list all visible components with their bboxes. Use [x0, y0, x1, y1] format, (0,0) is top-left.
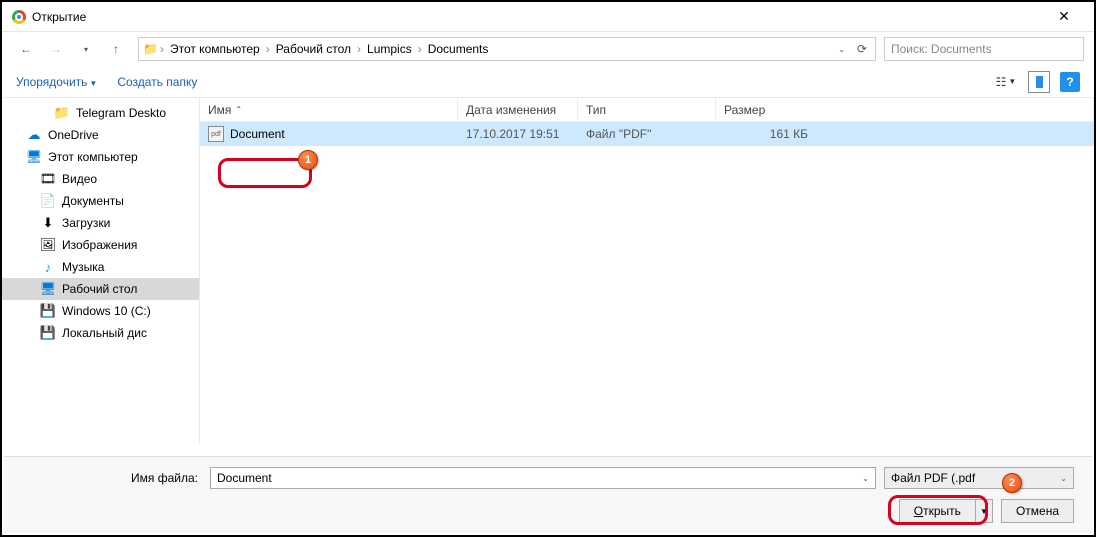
file-type-filter[interactable]: Файл PDF (.pdf ⌄ [884, 467, 1074, 489]
column-size[interactable]: Размер [716, 98, 1094, 121]
list-header: Имя⌃ Дата изменения Тип Размер [200, 98, 1094, 122]
list-item[interactable]: pdf Document 17.10.2017 19:51 Файл "PDF"… [200, 122, 1094, 146]
column-name[interactable]: Имя⌃ [200, 98, 458, 121]
organize-menu[interactable]: Упорядочить▼ [16, 75, 97, 89]
tree-label: Рабочий стол [62, 282, 137, 296]
tree-item[interactable]: ☁ OneDrive [2, 124, 199, 146]
window-title: Открытие [32, 10, 1044, 24]
tree-icon: ☁ [26, 127, 42, 143]
breadcrumb[interactable]: Рабочий стол [272, 42, 355, 56]
tree-icon: 💾 [40, 325, 56, 341]
search-input[interactable]: Поиск: Documents [884, 37, 1084, 61]
chevron-right-icon[interactable]: › [264, 42, 272, 56]
tree-item[interactable]: 🖥 Рабочий стол [2, 278, 199, 300]
tree-label: Загрузки [62, 216, 110, 230]
tree-item[interactable]: 🎞 Видео [2, 168, 199, 190]
file-list: Имя⌃ Дата изменения Тип Размер pdf Docum… [200, 98, 1094, 443]
up-button[interactable]: ↑ [102, 37, 130, 61]
tree-label: Локальный дис [62, 326, 147, 340]
forward-button[interactable]: → [42, 37, 70, 61]
tree-icon: 📄 [40, 193, 56, 209]
tree-item[interactable]: 📁 Telegram Deskto [2, 102, 199, 124]
annotation-badge-2: 2 [1002, 473, 1022, 493]
pdf-icon: pdf [208, 126, 224, 142]
cancel-button[interactable]: Отмена [1001, 499, 1074, 523]
folder-icon: 📁 [143, 42, 158, 56]
tree-item[interactable]: 💾 Локальный дис [2, 322, 199, 344]
tree-item[interactable]: 🖥 Этот компьютер [2, 146, 199, 168]
help-button[interactable]: ? [1060, 72, 1080, 92]
tree-label: Изображения [62, 238, 137, 252]
tree-icon: 💾 [40, 303, 56, 319]
back-button[interactable]: ← [12, 37, 40, 61]
tree-icon: 🖼 [40, 237, 56, 253]
tree-icon: ♪ [40, 259, 56, 275]
chevron-right-icon[interactable]: › [158, 42, 166, 56]
breadcrumb[interactable]: Этот компьютер [166, 42, 264, 56]
tree-item[interactable]: 📄 Документы [2, 190, 199, 212]
filename-dropdown[interactable]: ⌄ [862, 474, 869, 483]
preview-pane-toggle[interactable] [1028, 71, 1050, 93]
file-size: 161 КБ [716, 127, 816, 141]
open-button[interactable]: Открыть ▼ [899, 499, 993, 523]
chrome-icon [12, 10, 26, 24]
address-dropdown[interactable]: ⌄ [834, 45, 849, 54]
tree-label: Telegram Deskto [76, 106, 166, 120]
close-button[interactable]: ✕ [1044, 2, 1084, 31]
column-type[interactable]: Тип [578, 98, 716, 121]
toolbar: Упорядочить▼ Создать папку ☷▼ ? [2, 66, 1094, 98]
tree-icon: ⬇ [40, 215, 56, 231]
column-date[interactable]: Дата изменения [458, 98, 578, 121]
chevron-right-icon[interactable]: › [355, 42, 363, 56]
tree-icon: 🖥 [40, 281, 56, 297]
tree-icon: 📁 [54, 105, 70, 121]
titlebar: Открытие ✕ [2, 2, 1094, 32]
view-options[interactable]: ☷▼ [994, 71, 1018, 93]
tree-label: OneDrive [48, 128, 99, 142]
chevron-right-icon[interactable]: › [416, 42, 424, 56]
file-name: Document [230, 127, 285, 141]
breadcrumb[interactable]: Lumpics [363, 42, 416, 56]
tree-label: Этот компьютер [48, 150, 138, 164]
file-date: 17.10.2017 19:51 [458, 127, 578, 141]
annotation-badge-1: 1 [298, 150, 318, 170]
tree-label: Музыка [62, 260, 104, 274]
tree-label: Windows 10 (C:) [62, 304, 151, 318]
filter-dropdown[interactable]: ⌄ [1060, 474, 1067, 483]
tree-label: Документы [62, 194, 124, 208]
open-dropdown[interactable]: ▼ [976, 507, 992, 516]
tree-icon: 🖥 [26, 149, 42, 165]
new-folder-button[interactable]: Создать папку [117, 75, 197, 89]
content: 📁 Telegram Deskto ☁ OneDrive 🖥 Этот компьютер… [2, 98, 1094, 443]
filename-input[interactable]: Document ⌄ [210, 467, 876, 489]
folder-tree: 📁 Telegram Deskto ☁ OneDrive 🖥 Этот компьютер… [2, 98, 200, 443]
tree-icon: 🎞 [40, 171, 56, 187]
breadcrumb[interactable]: Documents [424, 42, 493, 56]
tree-label: Видео [62, 172, 97, 186]
file-type: Файл "PDF" [578, 127, 716, 141]
footer: Имя файла: Document ⌄ Файл PDF (.pdf ⌄ О… [4, 456, 1092, 533]
tree-item[interactable]: 💾 Windows 10 (C:) [2, 300, 199, 322]
navbar: ← → ▾ ↑ 📁 › Этот компьютер › Рабочий сто… [2, 32, 1094, 66]
filename-label: Имя файла: [22, 471, 202, 485]
refresh-button[interactable]: ⟳ [853, 42, 871, 56]
tree-item[interactable]: ♪ Музыка [2, 256, 199, 278]
recent-dropdown[interactable]: ▾ [72, 37, 100, 61]
search-placeholder: Поиск: Documents [891, 42, 992, 56]
address-bar[interactable]: 📁 › Этот компьютер › Рабочий стол › Lump… [138, 37, 876, 61]
tree-item[interactable]: ⬇ Загрузки [2, 212, 199, 234]
tree-item[interactable]: 🖼 Изображения [2, 234, 199, 256]
